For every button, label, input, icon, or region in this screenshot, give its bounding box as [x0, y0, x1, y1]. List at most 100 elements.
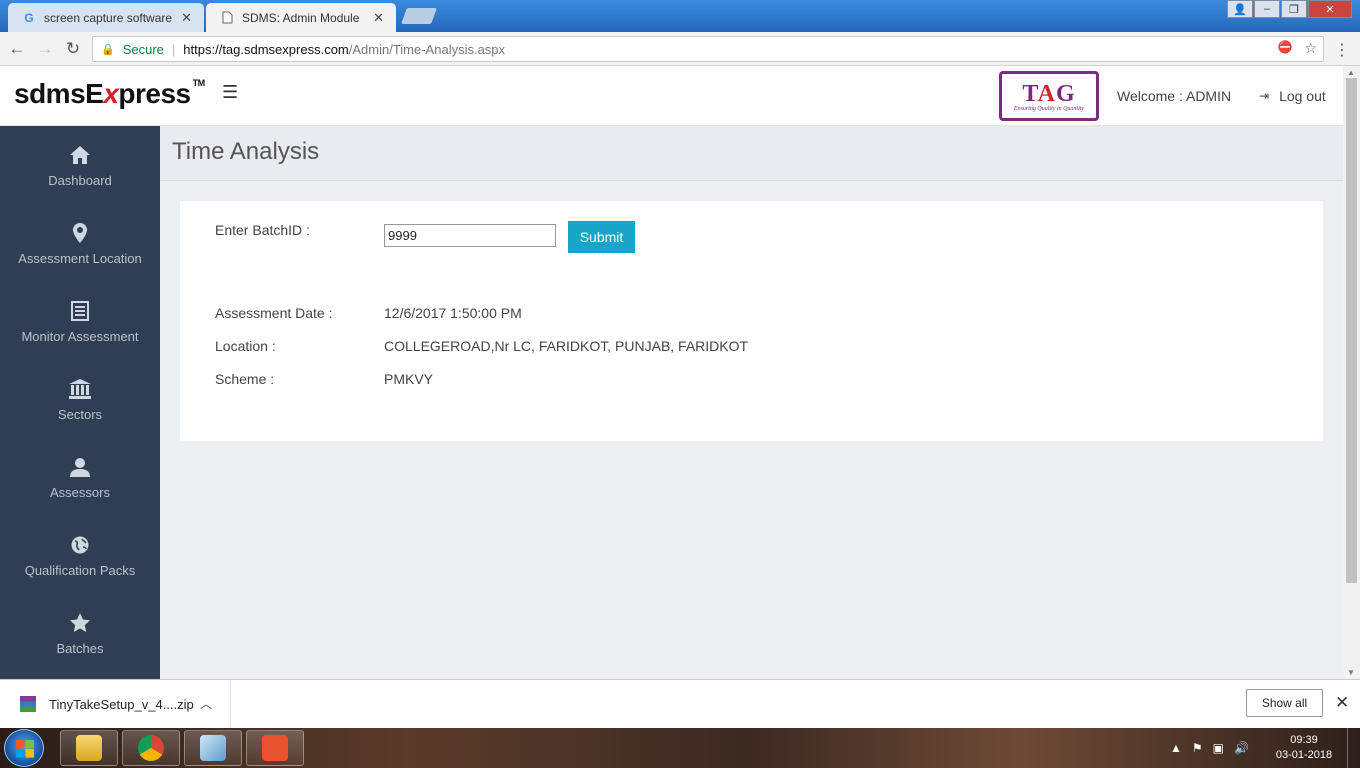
- chrome-icon: [138, 735, 164, 761]
- list-icon: [71, 299, 89, 323]
- new-tab-button[interactable]: [401, 8, 437, 24]
- sidebar-item-label: Dashboard: [48, 172, 112, 188]
- show-all-button[interactable]: Show all: [1246, 689, 1323, 717]
- browser-tab-bar: G screen capture software ✕ SDMS: Admin …: [0, 0, 1360, 32]
- action-center-flag-icon[interactable]: ⚑: [1192, 741, 1203, 755]
- sign-out-icon: ⇥: [1259, 89, 1270, 103]
- reload-icon[interactable]: ↻: [62, 38, 84, 60]
- show-hidden-icons-icon[interactable]: ▲: [1170, 741, 1182, 755]
- back-arrow-icon[interactable]: ←: [6, 38, 28, 60]
- chevron-up-icon[interactable]: ︿: [200, 695, 212, 712]
- blocked-popup-icon[interactable]: ⛔: [1277, 40, 1292, 57]
- sidebar-item-label: Assessors: [50, 484, 110, 500]
- browser-tab-sdms[interactable]: SDMS: Admin Module ✕: [206, 3, 396, 32]
- window-close-button[interactable]: ✕: [1308, 0, 1352, 18]
- sdms-logo[interactable]: sdmsExpress TM: [14, 78, 205, 110]
- download-item[interactable]: TinyTakeSetup_v_4....zip ︿: [0, 680, 231, 728]
- sidebar-item-qualification-packs[interactable]: Qualification Packs: [0, 516, 160, 594]
- restore-button[interactable]: ❐: [1281, 0, 1307, 18]
- omnibox-actions: ⛔ ☆: [1277, 40, 1317, 57]
- sidebar-item-assessors[interactable]: Assessors: [0, 438, 160, 516]
- sidebar-item-sectors[interactable]: Sectors: [0, 360, 160, 438]
- network-icon[interactable]: ▣: [1213, 741, 1224, 755]
- chrome-menu-icon[interactable]: ⋮: [1334, 40, 1350, 60]
- logo-part: sdmsE: [14, 78, 104, 109]
- close-icon[interactable]: ✕: [373, 10, 384, 26]
- tab-label: screen capture software: [44, 10, 173, 25]
- web-page: sdmsExpress TM ☰ TAG Ensuring Quality in …: [0, 66, 1343, 679]
- page-scrollbar[interactable]: ▲ ▼: [1343, 66, 1360, 679]
- menu-toggle-icon[interactable]: ☰: [222, 82, 238, 103]
- scroll-up-arrow-icon[interactable]: ▲: [1347, 68, 1355, 77]
- system-clock[interactable]: 09:39 03-01-2018: [1272, 733, 1336, 763]
- scheme-label: Scheme :: [215, 371, 275, 387]
- location-label: Location :: [215, 338, 276, 354]
- scrollbar-thumb[interactable]: [1346, 78, 1357, 583]
- start-button[interactable]: [4, 729, 44, 767]
- camera-icon: [262, 735, 288, 761]
- user-icon[interactable]: 👤: [1227, 0, 1253, 18]
- secure-label: Secure: [122, 41, 164, 57]
- sidebar-item-label: Qualification Packs: [24, 562, 136, 578]
- folder-icon: [76, 735, 102, 761]
- tab-label: SDMS: Admin Module: [242, 10, 360, 25]
- taskbar-chrome[interactable]: [122, 730, 180, 766]
- scroll-down-arrow-icon[interactable]: ▼: [1347, 668, 1355, 677]
- taskbar-explorer[interactable]: [60, 730, 118, 766]
- taskbar-app-box[interactable]: [184, 730, 242, 766]
- map-marker-icon: [73, 221, 87, 245]
- sidebar-item-dashboard[interactable]: Dashboard: [0, 126, 160, 204]
- close-icon[interactable]: ✕: [181, 10, 192, 26]
- sidebar: Dashboard Assessment Location Monitor As…: [0, 126, 160, 679]
- bookmark-star-icon[interactable]: ☆: [1304, 40, 1317, 57]
- system-tray: ▲ ⚑ ▣ 🔊: [1170, 728, 1249, 768]
- download-shelf: TinyTakeSetup_v_4....zip ︿ Show all ✕: [0, 679, 1360, 728]
- tag-logo-letters: TAG: [1022, 80, 1076, 107]
- archive-icon: [20, 696, 36, 712]
- submit-button[interactable]: Submit: [568, 221, 635, 253]
- sidebar-item-label: Sectors: [57, 406, 103, 422]
- assessment-date-value: 12/6/2017 1:50:00 PM: [384, 305, 522, 321]
- sidebar-item-batches[interactable]: Batches: [0, 594, 160, 672]
- google-g-icon: G: [24, 10, 34, 25]
- forward-arrow-icon[interactable]: →: [34, 38, 56, 60]
- tag-tagline: Ensuring Quality in Quantity: [1013, 105, 1085, 112]
- logout-link[interactable]: ⇥ Log out: [1259, 88, 1326, 104]
- window-controls: 👤 – ❐ ✕: [1226, 0, 1352, 18]
- taskbar-app-capture[interactable]: [246, 730, 304, 766]
- site-header: sdmsExpress TM ☰ TAG Ensuring Quality in …: [0, 66, 1343, 126]
- sidebar-item-label: Assessment Location: [18, 250, 142, 266]
- separator: |: [171, 41, 176, 57]
- sidebar-item-label: Monitor Assessment: [21, 328, 139, 344]
- show-desktop-button[interactable]: [1347, 728, 1360, 768]
- page-icon: [220, 11, 234, 25]
- logo-part: press: [118, 78, 191, 109]
- clock-date: 03-01-2018: [1275, 749, 1333, 761]
- assessment-date-label: Assessment Date :: [215, 305, 333, 321]
- batch-id-label: Enter BatchID :: [215, 222, 310, 238]
- volume-icon[interactable]: 🔊: [1234, 741, 1249, 755]
- clock-time: 09:39: [1290, 734, 1318, 746]
- sidebar-item-monitor-assessment[interactable]: Monitor Assessment: [0, 282, 160, 360]
- logo-tm: TM: [192, 78, 206, 88]
- close-icon[interactable]: ✕: [1335, 693, 1349, 713]
- browser-tab-google[interactable]: G screen capture software ✕: [8, 3, 204, 32]
- sidebar-item-label: Batches: [56, 640, 104, 656]
- page-title-bar: Time Analysis: [160, 126, 1343, 181]
- location-value: COLLEGEROAD,Nr LC, FARIDKOT, PUNJAB, FAR…: [384, 338, 749, 354]
- batch-id-input[interactable]: [384, 224, 556, 247]
- logo-x: x: [103, 78, 119, 109]
- address-toolbar: ← → ↻ 🔒 Secure | https://tag.sdmsexpress…: [0, 32, 1360, 66]
- windows-taskbar: ▲ ⚑ ▣ 🔊 09:39 03-01-2018: [0, 728, 1360, 768]
- time-analysis-panel: Enter BatchID : Submit Assessment Date :…: [180, 201, 1323, 441]
- sidebar-item-assessment-location[interactable]: Assessment Location: [0, 204, 160, 282]
- url-bar[interactable]: 🔒 Secure | https://tag.sdmsexpress.com/A…: [92, 36, 1324, 62]
- page-title: Time Analysis: [172, 138, 320, 165]
- minimize-button[interactable]: –: [1254, 0, 1280, 18]
- download-filename: TinyTakeSetup_v_4....zip: [49, 696, 194, 712]
- welcome-text: Welcome : ADMIN: [1117, 88, 1232, 104]
- user-icon: [70, 455, 90, 479]
- logout-label: Log out: [1279, 88, 1326, 104]
- windows-logo-icon: [16, 740, 34, 758]
- lock-icon: 🔒: [101, 43, 115, 56]
